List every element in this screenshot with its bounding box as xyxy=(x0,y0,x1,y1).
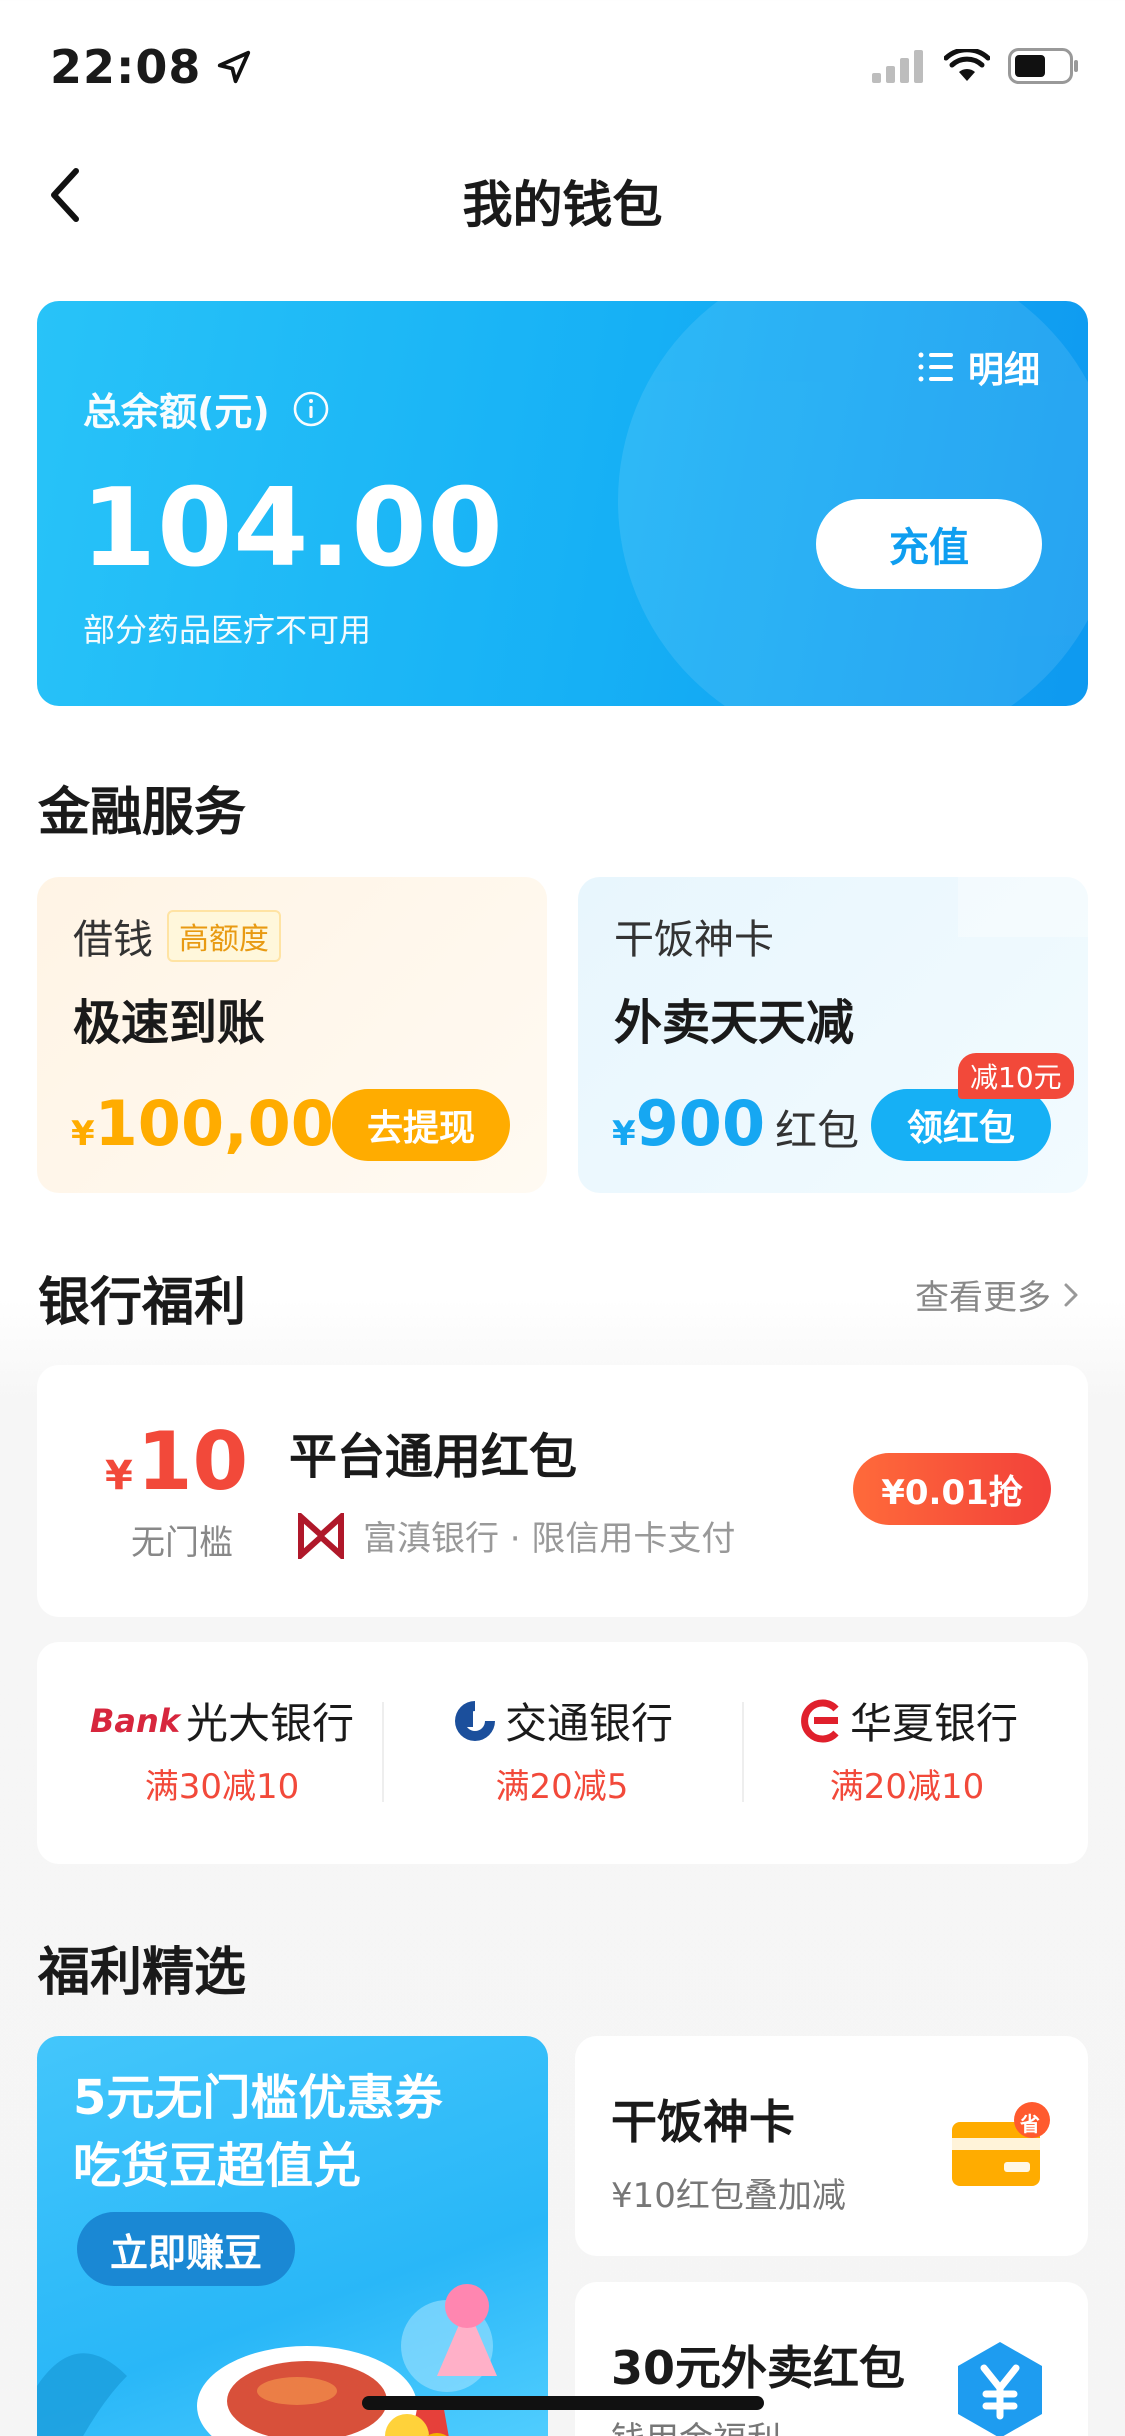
bank-logo-text: Bank xyxy=(89,1701,181,1740)
coupon-amount: ¥ 10 xyxy=(105,1415,248,1508)
status-time: 22:08 xyxy=(50,40,253,94)
finance-section-title: 金融服务 xyxy=(38,783,247,843)
bank-offers-card: Bank 光大银行 满30减10 交通银行 满20减5 华夏银行 满20减10 xyxy=(37,1642,1088,1864)
loan-name-row: 借钱 高额度 xyxy=(73,907,281,965)
save-badge-text: 省 xyxy=(1020,2112,1040,2136)
balance-note: 部分药品医疗不可用 xyxy=(83,611,372,649)
bank-name: 光大银行 xyxy=(186,1699,355,1748)
promo-line-2: 吃货豆超值兑 xyxy=(73,2138,362,2194)
coupon-bank-info: 富滇银行 · 限信用卡支付 xyxy=(297,1511,735,1560)
feature-subtitle: ¥10红包叠加减 xyxy=(611,2176,846,2216)
view-more-label: 查看更多 xyxy=(915,1278,1051,1318)
meal-card-currency: ¥ xyxy=(612,1114,636,1154)
balance-card: 明细 总余额(元) 104.00 部分药品医疗不可用 充值 xyxy=(37,301,1088,706)
bank-offer-item[interactable]: Bank 光大银行 满30减10 xyxy=(47,1690,397,1808)
meal-card-unit: 红包 xyxy=(775,1106,860,1155)
bank-offer-text: 满20减5 xyxy=(495,1767,629,1807)
loan-headline: 极速到账 xyxy=(73,995,266,1051)
balance-amount: 104.00 xyxy=(81,466,504,591)
bank-name-row: 交通银行 xyxy=(387,1690,737,1751)
clock-text: 22:08 xyxy=(50,40,202,94)
bank-offer-item[interactable]: 华夏银行 满20减10 xyxy=(732,1690,1082,1808)
feature-title: 干饭神卡 xyxy=(611,2095,795,2149)
balance-label-text: 总余额(元) xyxy=(83,390,270,434)
status-indicators xyxy=(872,48,1080,84)
promo-line-1: 5元无门槛优惠券 xyxy=(73,2070,443,2126)
bank-offer-text: 满20减10 xyxy=(829,1767,985,1807)
loan-card[interactable]: 借钱 高额度 极速到账 ¥ 100,000 去提现 xyxy=(37,877,547,1193)
chevron-right-icon xyxy=(1064,1283,1078,1306)
claim-redpacket-button[interactable]: 领红包 xyxy=(871,1089,1051,1161)
list-icon xyxy=(918,352,953,382)
location-arrow-icon xyxy=(218,50,251,84)
bocom-logo-icon xyxy=(454,1700,495,1741)
meal-card-promo[interactable]: 干饭神卡 外卖天天减 ¥ 900 红包 领红包 减10元 xyxy=(578,877,1088,1193)
wifi-icon xyxy=(944,49,990,81)
bank-name-row: 华夏银行 xyxy=(732,1690,1082,1751)
bank-name-row: Bank 光大银行 xyxy=(47,1690,397,1751)
meal-card-amount-value: 900 xyxy=(635,1087,766,1160)
fudian-bank-logo-icon xyxy=(298,1512,344,1559)
battery-icon xyxy=(1008,48,1078,84)
withdraw-button[interactable]: 去提现 xyxy=(332,1089,510,1161)
detail-link[interactable]: 明细 xyxy=(918,341,1040,393)
promo-banner[interactable]: 5元无门槛优惠券 吃货豆超值兑 立即赚豆 xyxy=(37,2036,548,2436)
coupon-bank-text: 富滇银行 · 限信用卡支付 xyxy=(363,1519,736,1559)
home-indicator xyxy=(362,2396,764,2410)
yuan-shield-icon xyxy=(958,2342,1042,2436)
bank-name: 交通银行 xyxy=(504,1699,673,1748)
info-icon[interactable] xyxy=(292,390,330,428)
featured-section-title: 福利精选 xyxy=(38,1943,247,2003)
view-more-link[interactable]: 查看更多 xyxy=(915,1270,1079,1319)
feature-title: 30元外卖红包 xyxy=(611,2341,906,2395)
page-title: 我的钱包 xyxy=(462,176,663,234)
feature-subtitle: 钱用金福利 xyxy=(611,2412,781,2436)
coupon-threshold: 无门槛 xyxy=(131,1523,233,1563)
coupon-title: 平台通用红包 xyxy=(289,1429,578,1485)
coupon-amount-value: 10 xyxy=(136,1415,249,1508)
hxb-logo-icon xyxy=(801,1699,839,1742)
recharge-button[interactable]: 充值 xyxy=(816,499,1042,589)
bank-name: 华夏银行 xyxy=(849,1699,1018,1748)
divider xyxy=(382,1702,384,1802)
bank-section-title: 银行福利 xyxy=(38,1273,247,1333)
balance-label: 总余额(元) xyxy=(83,381,330,436)
loan-name: 借钱 xyxy=(73,917,153,963)
takeout-redpacket-feature[interactable]: 30元外卖红包 钱用金福利 xyxy=(575,2282,1088,2436)
meal-card-headline: 外卖天天减 xyxy=(614,995,855,1051)
meal-card-amount: ¥ 900 红包 xyxy=(612,1087,859,1160)
loan-tag: 高额度 xyxy=(167,910,281,962)
signal-icon xyxy=(872,50,923,83)
card-decoration xyxy=(958,877,1088,937)
discount-badge: 减10元 xyxy=(958,1053,1074,1099)
bank-offer-text: 满30减10 xyxy=(144,1767,300,1807)
meal-card-feature[interactable]: 干饭神卡 ¥10红包叠加减 省 xyxy=(575,2036,1088,2256)
grab-coupon-button[interactable]: ¥0.01抢 xyxy=(853,1453,1051,1525)
promo-title: 5元无门槛优惠券 吃货豆超值兑 xyxy=(73,2064,442,2200)
food-illustration xyxy=(37,2284,497,2436)
coupon-card[interactable]: ¥ 10 无门槛 平台通用红包 富滇银行 · 限信用卡支付 ¥0.01抢 xyxy=(37,1365,1088,1617)
meal-card-name: 干饭神卡 xyxy=(614,917,774,963)
detail-label: 明细 xyxy=(967,350,1040,391)
bank-offer-item[interactable]: 交通银行 满20减5 xyxy=(387,1690,737,1808)
coupon-currency: ¥ xyxy=(105,1453,133,1499)
loan-currency: ¥ xyxy=(71,1114,95,1154)
